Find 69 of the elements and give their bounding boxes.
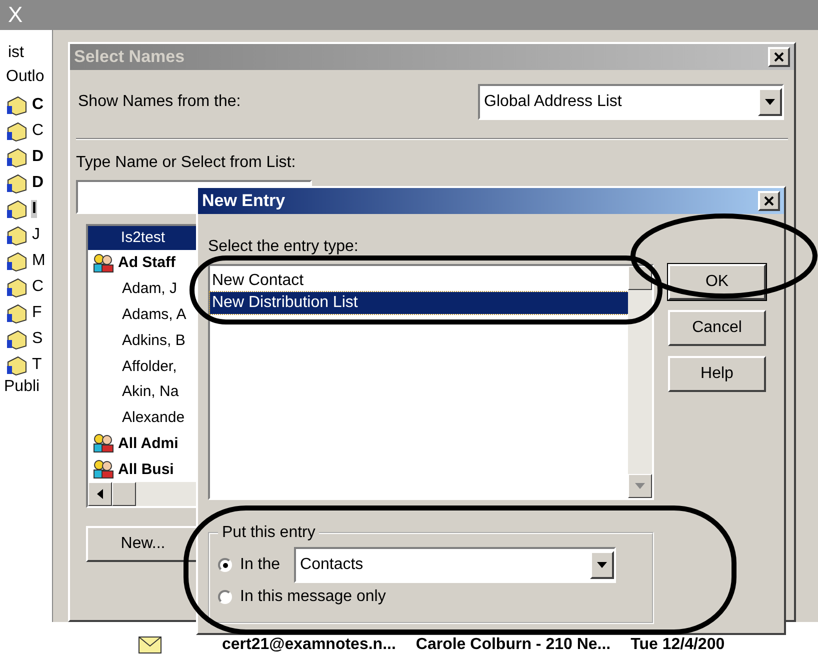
dropdown-arrow-icon [597,562,608,568]
dialog-button[interactable]: Help [668,356,766,392]
list-entry[interactable]: Akin, Na [122,383,179,400]
group-icon [92,459,114,480]
folder-dropdown[interactable]: Contacts [294,547,616,583]
list-entry[interactable]: Adkins, B [122,332,186,349]
folder-label[interactable]: T [31,356,43,374]
folder-icon[interactable] [6,120,28,142]
message-subject: Carole Colburn - 210 Ne... [416,636,611,654]
message-sender: cert21@examnotes.n... [222,636,396,654]
folder-label[interactable]: D [31,174,45,192]
message-date: Tue 12/4/200 [630,636,725,654]
dropdown-arrow-icon [765,99,775,105]
radio-button[interactable] [218,590,232,604]
field-label: Select the entry type: [208,238,360,256]
list-entry[interactable]: Alexande [122,409,185,426]
close-button[interactable] [758,191,780,211]
folder-label[interactable]: D [31,148,45,166]
folder-label[interactable]: M [31,252,46,270]
list-header[interactable]: Is2test [88,226,198,250]
folder-label[interactable]: C [31,122,45,140]
group-icon [92,252,114,273]
close-icon [764,196,774,206]
folder-label[interactable]: I [31,200,38,218]
group-label: Put this entry [221,524,316,542]
folder-icon[interactable] [6,354,28,376]
folder-icon[interactable] [6,172,28,194]
radio-label: In the [240,556,280,574]
pane-header: ist [7,44,25,63]
envelope-icon [138,636,162,654]
scroll-left-icon [97,489,103,500]
field-label: Type Name or Select from List: [76,154,297,172]
folder-label[interactable]: S [31,330,44,348]
dialog-title: Select Names [74,47,185,67]
folder-icon[interactable] [6,250,28,272]
radio-label: In this message only [240,588,386,606]
close-button[interactable] [768,47,790,67]
folder-icon[interactable] [6,328,28,350]
horizontal-scrollbar[interactable] [88,482,198,506]
list-entry[interactable]: Adams, A [122,306,186,323]
radio-button[interactable] [218,558,232,572]
scroll-down-icon [635,483,645,489]
scroll-down-button[interactable] [628,474,652,498]
list-entry[interactable]: All Admi [118,434,178,452]
list-item[interactable]: New Distribution List [210,292,628,314]
vertical-scrollbar[interactable] [628,266,652,498]
folder-icon[interactable] [6,302,28,324]
list-item[interactable]: New Contact [210,270,628,292]
folder-icon[interactable] [6,276,28,298]
folder-icon[interactable] [6,146,28,168]
folder-label[interactable]: Publi [0,378,52,396]
field-label: Show Names from the: [78,93,241,111]
list-entry[interactable]: All Busi [118,460,174,478]
dialog-title: New Entry [202,191,286,211]
list-entry[interactable]: Ad Staff [118,254,176,272]
address-book-dropdown[interactable]: Global Address List [478,84,784,120]
folder-icon[interactable] [6,94,28,116]
folder-label[interactable]: C [31,278,45,296]
folder-label[interactable]: J [31,226,41,244]
close-icon [774,52,784,62]
folder-icon[interactable] [6,224,28,246]
list-entry[interactable]: Adam, J [122,280,178,298]
group-icon [92,433,114,454]
folder-icon[interactable] [6,198,28,220]
list-entry[interactable]: Affolder, [122,358,177,375]
dialog-button[interactable]: Cancel [668,310,766,346]
folder-label[interactable]: Outlo [0,68,52,92]
folder-label[interactable]: F [31,304,43,322]
folder-label[interactable]: C [31,96,45,114]
